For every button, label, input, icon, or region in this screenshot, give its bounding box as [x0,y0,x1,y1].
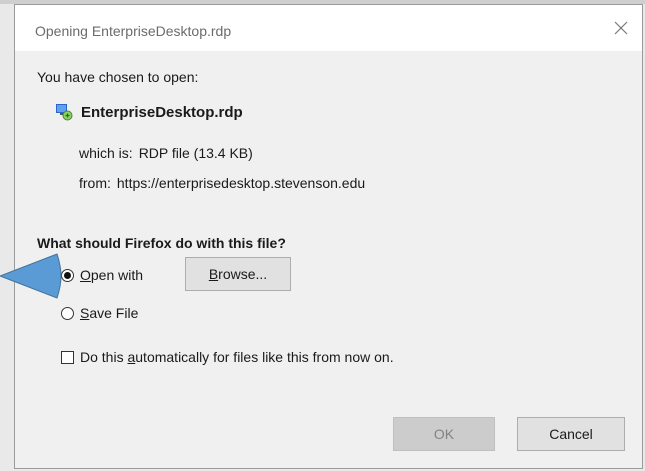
auto-action-option[interactable]: Do this automatically for files like thi… [61,349,394,365]
save-file-accel: S [80,305,90,321]
save-file-label-rest: ave File [89,305,139,321]
callout-arrow [0,253,62,299]
file-name: EnterpriseDesktop.rdp [81,103,243,121]
file-type-value: RDP file (13.4 KB) [138,145,253,161]
dialog-title: Opening EnterpriseDesktop.rdp [35,23,232,39]
file-source-value: https://enterprisedesktop.stevenson.edu [116,175,366,191]
rdp-file-icon [56,104,73,121]
save-file-label: Save File [80,305,138,321]
action-question: What should Firefox do with this file? [37,235,286,251]
file-source-label: from: [79,175,111,191]
cancel-button[interactable]: Cancel [517,417,625,451]
save-file-option[interactable]: Save File [61,305,138,321]
file-source-row: from: https://enterprisedesktop.stevenson… [79,175,365,191]
auto-action-checkbox[interactable] [61,350,74,364]
auto-action-rest: utomatically for files like this from no… [135,349,394,365]
auto-action-prefix: Do this [80,349,128,365]
file-type-label: which is: [79,145,133,161]
browse-label-rest: rowse... [218,266,268,282]
browse-button[interactable]: Browse... [185,257,291,291]
open-with-option[interactable]: Open with [61,267,143,283]
close-icon[interactable] [612,19,630,37]
title-bar: Opening EnterpriseDesktop.rdp [15,5,642,51]
auto-action-label: Do this automatically for files like thi… [80,349,394,365]
open-with-label-rest: pen with [90,267,144,283]
intro-text: You have chosen to open: [37,69,199,85]
open-with-label: Open with [80,267,143,283]
open-file-dialog: Opening EnterpriseDesktop.rdp You have c… [14,4,643,469]
save-file-radio[interactable] [61,306,74,320]
file-type-row: which is: RDP file (13.4 KB) [79,145,253,161]
ok-button[interactable]: OK [393,417,495,451]
browse-accel: B [208,266,219,282]
open-with-accel: O [80,267,91,283]
file-row: EnterpriseDesktop.rdp [55,103,243,121]
